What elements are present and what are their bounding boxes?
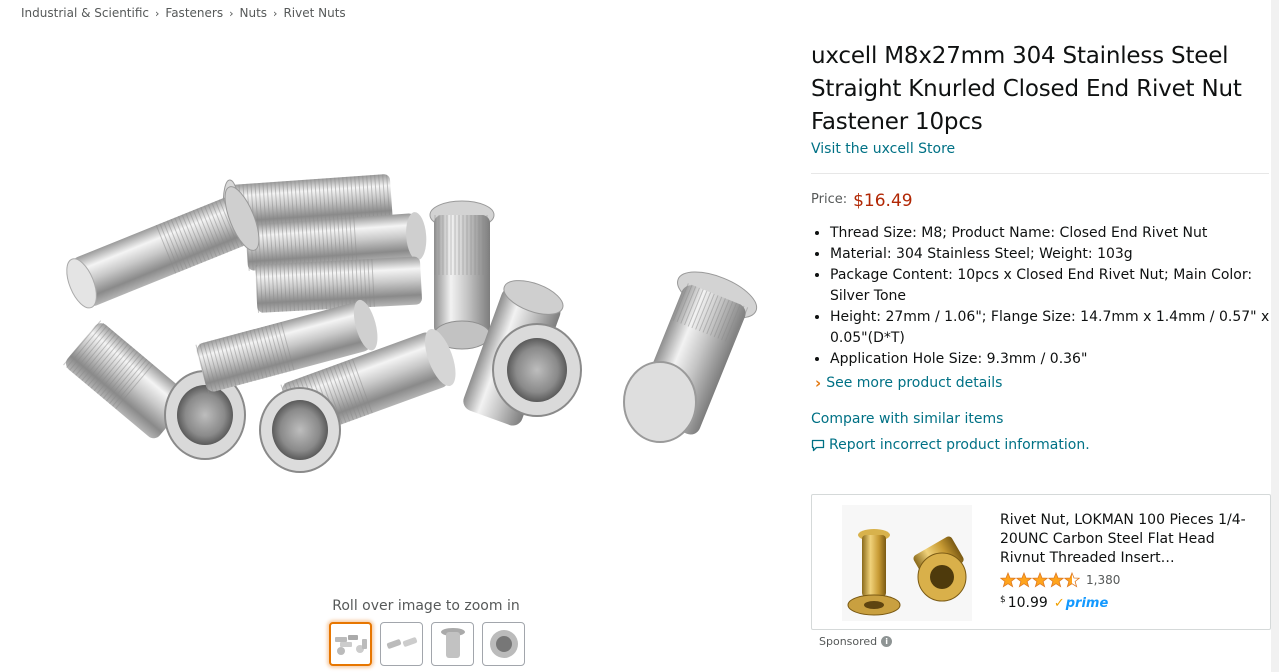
breadcrumb-link-rivet-nuts[interactable]: Rivet Nuts xyxy=(283,6,345,20)
star-icon xyxy=(1032,572,1048,588)
chevron-right-icon: › xyxy=(155,6,160,20)
main-product-image[interactable] xyxy=(40,130,800,490)
ad-product-title[interactable]: Rivet Nut, LOKMAN 100 Pieces 1/4-20UNC C… xyxy=(1000,511,1258,568)
star-icon xyxy=(1064,572,1080,588)
feature-bullet: Height: 27mm / 1.06"; Flange Size: 14.7m… xyxy=(830,307,1271,349)
scrollbar[interactable] xyxy=(1271,0,1279,672)
info-icon[interactable]: i xyxy=(881,636,893,647)
see-more-details-link[interactable]: › See more product details xyxy=(811,374,1271,392)
report-label: Report incorrect product information. xyxy=(829,437,1090,453)
chevron-right-icon: › xyxy=(229,6,234,20)
thumbnail-1[interactable] xyxy=(329,622,372,666)
thumbnail-4[interactable] xyxy=(482,622,525,666)
thumbnail-image xyxy=(386,637,417,649)
zoom-hint: Roll over image to zoom in xyxy=(332,598,520,614)
feature-bullet: Application Hole Size: 9.3mm / 0.36" xyxy=(830,349,1271,370)
speech-bubble-icon xyxy=(811,439,825,451)
star-icon xyxy=(1016,572,1032,588)
feature-bullet: Material: 304 Stainless Steel; Weight: 1… xyxy=(830,244,1271,265)
star-rating xyxy=(1000,572,1080,588)
price-row: Price: $16.49 xyxy=(811,191,1271,211)
sponsored-label-row[interactable]: Sponsored i xyxy=(819,635,893,648)
ad-price: $ 10.99 ✓ prime xyxy=(1000,595,1108,611)
star-icon xyxy=(1000,572,1016,588)
chevron-right-icon: › xyxy=(273,6,278,20)
compare-similar-link[interactable]: Compare with similar items xyxy=(811,411,1271,427)
rating-count: 1,380 xyxy=(1086,573,1121,587)
thumbnail-strip xyxy=(329,622,525,666)
price-label: Price: xyxy=(811,192,848,207)
thumbnail-2[interactable] xyxy=(380,622,423,666)
price-value: $16.49 xyxy=(853,191,913,211)
thumbnail-image xyxy=(334,635,367,655)
sponsored-ad-card[interactable]: Rivet Nut, LOKMAN 100 Pieces 1/4-20UNC C… xyxy=(811,494,1271,630)
thumbnail-3[interactable] xyxy=(431,622,474,666)
breadcrumb-link-industrial[interactable]: Industrial & Scientific xyxy=(21,6,149,20)
ad-product-image[interactable] xyxy=(842,505,972,621)
star-icon xyxy=(1048,572,1064,588)
price-currency: $ xyxy=(1000,595,1006,605)
chevron-right-icon: › xyxy=(815,374,822,392)
divider xyxy=(811,173,1269,174)
store-link[interactable]: Visit the uxcell Store xyxy=(811,141,1271,157)
breadcrumb: Industrial & Scientific › Fasteners › Nu… xyxy=(21,6,346,20)
price-amount: 10.99 xyxy=(1007,595,1048,611)
sponsored-label: Sponsored xyxy=(819,635,878,648)
thumbnail-image xyxy=(489,630,518,658)
prime-badge: ✓ prime xyxy=(1054,596,1108,611)
feature-bullet: Thread Size: M8; Product Name: Closed En… xyxy=(830,223,1271,244)
product-info-panel: uxcell M8x27mm 304 Stainless Steel Strai… xyxy=(811,40,1271,453)
thumbnail-image xyxy=(440,628,465,658)
product-title: uxcell M8x27mm 304 Stainless Steel Strai… xyxy=(811,43,1242,135)
ad-rating[interactable]: 1,380 xyxy=(1000,572,1120,588)
prime-check-icon: ✓ xyxy=(1053,596,1065,611)
breadcrumb-link-nuts[interactable]: Nuts xyxy=(239,6,267,20)
feature-bullets: Thread Size: M8; Product Name: Closed En… xyxy=(811,223,1271,370)
see-more-label: See more product details xyxy=(826,375,1003,391)
prime-label: prime xyxy=(1065,596,1109,611)
report-incorrect-info-link[interactable]: Report incorrect product information. xyxy=(811,437,1271,453)
feature-bullet: Package Content: 10pcs x Closed End Rive… xyxy=(830,265,1271,307)
breadcrumb-link-fasteners[interactable]: Fasteners xyxy=(165,6,223,20)
